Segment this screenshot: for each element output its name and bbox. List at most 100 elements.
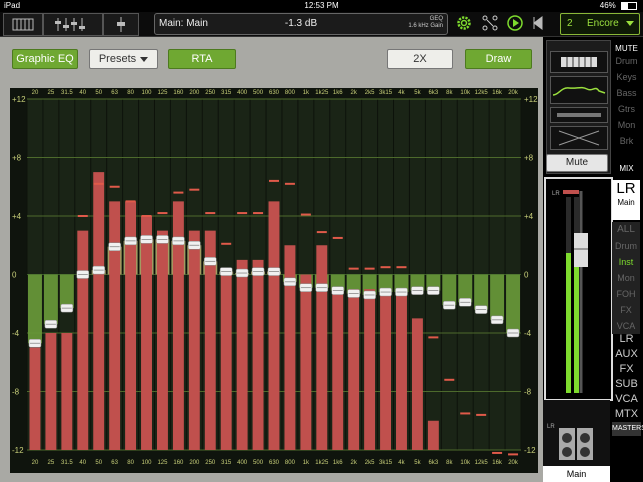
rta-peak-marker xyxy=(269,179,279,182)
clock: 12:53 PM xyxy=(304,1,339,10)
mute-group-item[interactable]: Bass xyxy=(612,85,641,101)
mute-group-item[interactable]: Gtrs xyxy=(612,101,641,117)
gain-detail: GEQ 1.6 kHz Gain xyxy=(408,16,443,30)
rta-bar xyxy=(380,289,392,450)
rta-peak-marker xyxy=(380,266,391,269)
band-label-top: 4k xyxy=(398,90,405,96)
zoom-2x-button[interactable]: 2X xyxy=(387,49,453,69)
rta-peak-marker xyxy=(444,378,455,381)
masters-channel-label: LR xyxy=(547,424,555,430)
mute-group-item[interactable]: Keys xyxy=(612,69,641,85)
draw-button[interactable]: Draw xyxy=(465,49,532,69)
nav-item-aux[interactable]: AUX xyxy=(612,347,641,362)
y-tick-label-left: +12 xyxy=(12,95,26,104)
y-tick-label-left: -4 xyxy=(12,329,20,338)
rta-peak-marker xyxy=(460,412,471,415)
band-label-bottom: 1k xyxy=(303,460,310,466)
band-label-bottom: 630 xyxy=(269,460,280,466)
dynamics-thumbnail[interactable] xyxy=(550,126,608,150)
y-tick-label-right: +4 xyxy=(524,212,534,221)
y-tick-label-right: +12 xyxy=(524,95,538,104)
channel-view-button[interactable] xyxy=(3,13,43,36)
rta-bar xyxy=(411,318,423,450)
fader-and-meter[interactable]: LR xyxy=(546,179,611,399)
settings-gear-icon[interactable] xyxy=(455,14,473,32)
mute-button[interactable]: Mute xyxy=(546,154,608,172)
band-label-top: 500 xyxy=(253,90,264,96)
scene-selector[interactable]: 2 Encore xyxy=(560,13,640,35)
rta-bar xyxy=(188,230,200,450)
mix-group-item-active[interactable]: Inst xyxy=(612,254,640,270)
band-label-bottom: 4k xyxy=(398,460,405,466)
band-label-top: 10k xyxy=(460,90,471,96)
faders-view-button[interactable] xyxy=(43,13,103,36)
band-label-bottom: 125 xyxy=(157,460,168,466)
mix-group-item[interactable]: FX xyxy=(612,302,640,318)
recall-icon[interactable] xyxy=(531,14,549,32)
eq-gain-bar xyxy=(59,274,74,309)
mute-group-item[interactable]: Brk xyxy=(612,133,641,149)
band-label-bottom: 6k3 xyxy=(429,460,439,466)
pan-slider-icon xyxy=(557,113,601,117)
presets-button[interactable]: Presets xyxy=(89,49,158,69)
rta-peak-marker xyxy=(428,336,439,339)
nav-item-fx[interactable]: FX xyxy=(612,362,641,377)
band-label-bottom: 2k5 xyxy=(365,460,375,466)
band-label-bottom: 50 xyxy=(95,460,102,466)
graphic-eq-display[interactable]: +12 +12 +8 +8 +4 +4 0 0 -4 -4 -8 -8 -12 -12 20 20 25 25 31… xyxy=(10,88,538,473)
mix-group-item[interactable]: FOH xyxy=(612,286,640,302)
mix-groups: ALL Drum Inst Mon FOH FX VCA xyxy=(612,222,640,334)
master-fader-strip[interactable]: LR xyxy=(544,177,613,401)
band-label-bottom: 31.5 xyxy=(61,460,73,466)
band-label-top: 1k6 xyxy=(333,90,343,96)
band-label-bottom: 40 xyxy=(79,460,86,466)
band-label-bottom: 25 xyxy=(48,460,55,466)
eq-curve-icon xyxy=(552,86,606,96)
gain-detail-text: 1.6 kHz Gain xyxy=(408,23,443,29)
band-label-top: 50 xyxy=(95,90,102,96)
mix-group-item[interactable]: ALL xyxy=(612,222,640,238)
mix-group-item[interactable]: Drum xyxy=(612,238,640,254)
rta-bar xyxy=(284,245,296,450)
eq-chart[interactable]: +12 +12 +8 +8 +4 +4 0 0 -4 -4 -8 -8 -12 -12 20 20 25 25 31… xyxy=(10,88,538,473)
band-label-bottom: 20 xyxy=(32,460,39,466)
single-fader-button[interactable] xyxy=(103,13,139,36)
band-label-bottom: 500 xyxy=(253,460,264,466)
nav-item-vca[interactable]: VCA xyxy=(612,392,641,407)
scene-name: Encore xyxy=(587,18,619,29)
nav-item-mtx[interactable]: MTX xyxy=(612,407,641,422)
band-label-bottom: 63 xyxy=(111,460,118,466)
keyboard-thumbnail[interactable] xyxy=(550,51,608,73)
y-tick-label-right: -8 xyxy=(524,388,532,397)
rta-bar xyxy=(300,274,312,450)
pan-thumbnail[interactable] xyxy=(550,107,608,123)
mix-header: MIX xyxy=(619,164,634,173)
rta-button[interactable]: RTA xyxy=(168,49,236,69)
routing-icon[interactable] xyxy=(481,14,499,32)
speaker-stack-icon xyxy=(559,428,593,462)
band-label-top: 800 xyxy=(285,90,296,96)
ios-status-bar: iPad 12:53 PM 46% xyxy=(0,0,643,12)
rta-bar xyxy=(252,259,264,450)
eq-gain-bar xyxy=(490,274,505,320)
rta-peak-marker xyxy=(332,236,343,239)
play-record-icon[interactable] xyxy=(506,14,524,32)
mute-group-item[interactable]: Mon xyxy=(612,117,641,133)
eq-curve-thumbnail[interactable] xyxy=(550,76,608,104)
band-label-top: 6k3 xyxy=(429,90,439,96)
lr-main-selector[interactable]: LR Main xyxy=(612,180,640,220)
rta-bar xyxy=(29,347,41,450)
rta-bar xyxy=(268,201,280,450)
mix-group-item[interactable]: Mon xyxy=(612,270,640,286)
rta-peak-marker xyxy=(157,212,168,215)
graphic-eq-button[interactable]: Graphic EQ xyxy=(12,49,78,69)
band-label-bottom: 12k5 xyxy=(475,460,489,466)
lr-sub-label: Main xyxy=(617,198,635,207)
mute-group-item[interactable]: Drum xyxy=(612,53,641,69)
band-label-bottom: 1k25 xyxy=(315,460,329,466)
rta-bar xyxy=(45,333,57,450)
nav-item-lr[interactable]: LR xyxy=(612,332,641,347)
nav-item-sub[interactable]: SUB xyxy=(612,377,641,392)
band-label-top: 20 xyxy=(32,90,39,96)
band-label-bottom: 10k xyxy=(460,460,471,466)
